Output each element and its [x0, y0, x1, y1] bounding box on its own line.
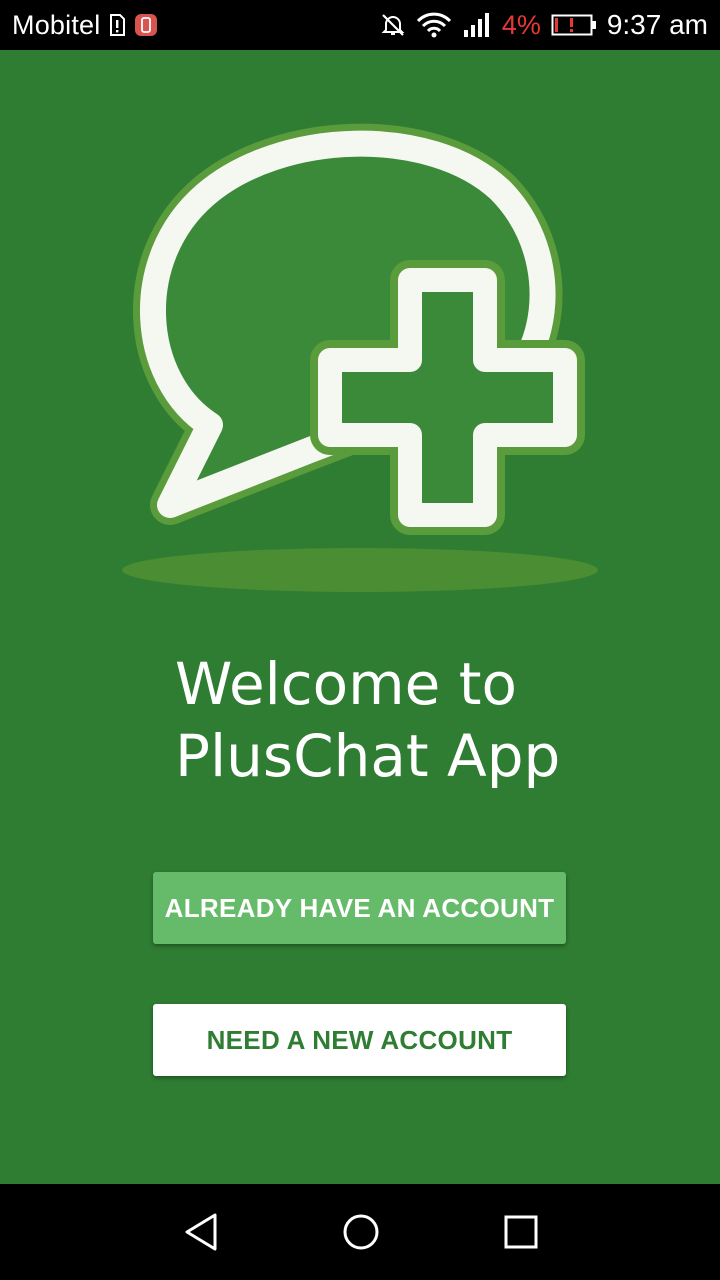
welcome-screen: Welcome to PlusChat App ALREADY HAVE AN … — [0, 50, 720, 1184]
already-have-account-button[interactable]: ALREADY HAVE AN ACCOUNT — [153, 872, 566, 944]
chat-bubble-plus-icon — [110, 110, 610, 600]
carrier-name: Mobitel — [12, 9, 101, 40]
recents-icon[interactable] — [497, 1208, 545, 1256]
battery-percent: 4% — [501, 9, 541, 40]
status-bar: Mobitel 4% 9:37 am — [0, 0, 720, 50]
mute-icon — [380, 12, 406, 38]
welcome-title: Welcome to PlusChat App — [175, 648, 560, 792]
signal-icon — [462, 12, 492, 38]
home-icon[interactable] — [337, 1208, 385, 1256]
battery-low-icon — [551, 12, 597, 38]
welcome-title-line2: PlusChat App — [175, 722, 561, 790]
back-icon[interactable] — [177, 1208, 225, 1256]
status-time: 9:37 am — [606, 9, 708, 40]
app-notification-icon — [134, 13, 158, 37]
sim-alert-icon — [108, 14, 126, 36]
wifi-icon — [416, 12, 452, 38]
need-new-account-button[interactable]: NEED A NEW ACCOUNT — [153, 1004, 566, 1076]
welcome-title-line1: Welcome to — [175, 650, 517, 718]
navigation-bar — [0, 1184, 720, 1280]
